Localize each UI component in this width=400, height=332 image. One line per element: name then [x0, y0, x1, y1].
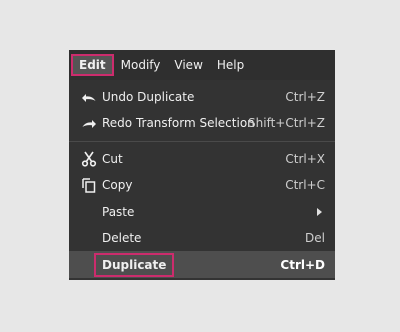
shortcut-label: Ctrl+C: [285, 178, 325, 192]
menu-item-label: Paste: [102, 205, 135, 219]
menu-item-paste[interactable]: Paste: [69, 199, 335, 225]
shortcut-label: Del: [305, 231, 325, 245]
menu-item-label: Redo Transform Selection: [102, 116, 255, 130]
scissors-icon: [80, 150, 98, 168]
menu-item-cut[interactable]: Cut Ctrl+X: [69, 146, 335, 172]
menu-item-duplicate[interactable]: Duplicate Ctrl+D: [69, 251, 335, 278]
menu-item-label: Undo Duplicate: [102, 90, 195, 104]
menu-item-label: Cut: [102, 152, 123, 166]
menu-item-copy[interactable]: Copy Ctrl+C: [69, 172, 335, 198]
menu-item-label: Duplicate: [94, 252, 175, 277]
menu-help[interactable]: Help: [210, 54, 251, 76]
undo-icon: [80, 88, 98, 106]
menu-bar: Edit Modify View Help: [69, 50, 335, 80]
menu-item-delete[interactable]: Delete Del: [69, 225, 335, 251]
menu-edit[interactable]: Edit: [71, 54, 114, 76]
menu-separator: [69, 141, 335, 142]
menu-item-label: Delete: [102, 231, 142, 245]
menu-item-undo[interactable]: Undo Duplicate Ctrl+Z: [69, 84, 335, 110]
shortcut-label: Ctrl+X: [285, 152, 325, 166]
menu-modify[interactable]: Modify: [114, 54, 168, 76]
menu-view[interactable]: View: [167, 54, 209, 76]
chevron-right-icon: [317, 208, 322, 216]
shortcut-label: Ctrl+D: [280, 257, 325, 272]
menu-item-label: Copy: [102, 178, 133, 192]
menu-item-redo[interactable]: Redo Transform Selection Shift+Ctrl+Z: [69, 110, 335, 136]
shortcut-label: Shift+Ctrl+Z: [248, 116, 325, 130]
copy-icon: [80, 176, 98, 194]
shortcut-label: Ctrl+Z: [285, 90, 325, 104]
redo-icon: [80, 114, 98, 132]
edit-dropdown-menu: Undo Duplicate Ctrl+Z Redo Transform Sel…: [69, 80, 335, 280]
